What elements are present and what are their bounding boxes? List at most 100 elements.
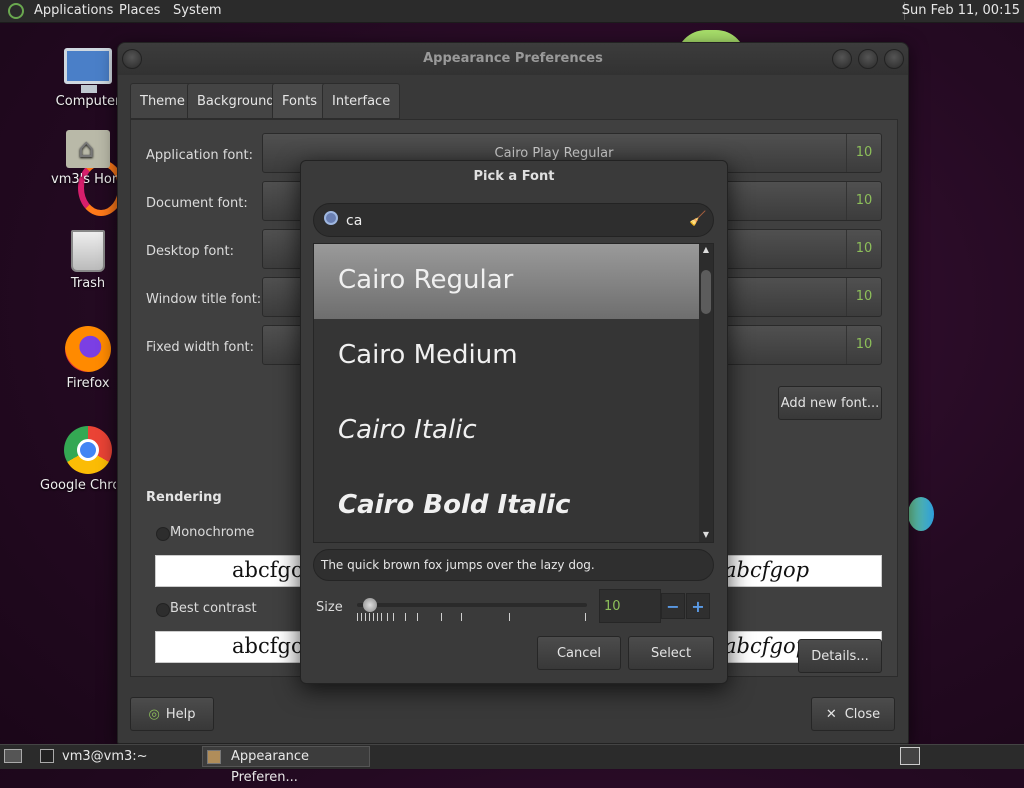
font-search-input[interactable] <box>344 209 678 233</box>
top-panel: Applications Places System Sun Feb 11, 0… <box>0 0 1024 23</box>
best-contrast-label: Best contrast <box>170 601 257 616</box>
desktop-icon-firefox[interactable]: Firefox <box>48 326 128 391</box>
sample-text-field[interactable]: The quick brown fox jumps over the lazy … <box>313 549 714 581</box>
tab-background[interactable]: Background <box>187 83 285 119</box>
slider-track <box>357 603 587 607</box>
window-title-font-label: Window title font: <box>146 292 262 307</box>
sample-text: The quick brown fox jumps over the lazy … <box>321 558 595 572</box>
size-slider[interactable] <box>357 598 587 629</box>
increase-size-button[interactable]: + <box>686 593 710 619</box>
slider-tick <box>361 613 362 621</box>
chrome-icon <box>64 426 112 474</box>
slider-tick <box>461 613 462 621</box>
computer-icon <box>64 48 112 93</box>
font-list-scrollbar[interactable]: ▲ ▼ <box>699 244 713 542</box>
close-icon: ✕ <box>825 707 837 722</box>
font-name: Cairo Medium <box>338 340 518 370</box>
slider-tick <box>393 613 394 621</box>
font-size: 10 <box>846 134 881 172</box>
font-size: 10 <box>846 278 881 316</box>
tab-interface[interactable]: Interface <box>322 83 401 119</box>
font-name: Cairo Italic <box>338 415 477 445</box>
fixed-width-font-label: Fixed width font: <box>146 340 255 355</box>
font-list-item[interactable]: Cairo Italic <box>314 394 699 469</box>
font-name: Cairo Regular <box>338 265 514 295</box>
size-value[interactable]: 10 <box>599 589 661 623</box>
close-button[interactable]: ✕ Close <box>811 697 895 731</box>
font-list-item[interactable]: Cairo Medium <box>314 319 699 394</box>
clear-search-icon[interactable]: 🧹 <box>689 211 706 227</box>
scrollbar-thumb[interactable] <box>701 270 711 314</box>
scroll-up-icon[interactable]: ▲ <box>699 245 713 254</box>
slider-tick <box>417 613 418 621</box>
slider-tick <box>377 613 378 621</box>
cancel-button[interactable]: Cancel <box>537 636 621 670</box>
desktop-icon-label: Firefox <box>66 376 110 391</box>
menu-applications[interactable]: Applications <box>34 3 113 18</box>
menu-system[interactable]: System <box>173 3 221 18</box>
search-icon <box>324 211 338 225</box>
taskbar-item-terminal[interactable]: vm3@vm3:~ <box>62 746 148 767</box>
size-label: Size <box>316 600 343 615</box>
font-size: 10 <box>846 230 881 268</box>
slider-tick <box>365 613 366 621</box>
desktop-icon-label: Trash <box>70 276 106 291</box>
maximize-icon[interactable] <box>858 49 878 69</box>
slider-tick <box>373 613 374 621</box>
show-desktop-icon[interactable] <box>4 749 22 763</box>
slider-tick <box>387 613 388 621</box>
help-label: Help <box>165 707 196 722</box>
best-contrast-radio[interactable] <box>156 603 170 617</box>
help-button[interactable]: ◎ Help <box>130 697 214 731</box>
desktop-font-label: Desktop font: <box>146 244 234 259</box>
taskbar: vm3@vm3:~ Appearance Preferen... <box>0 744 1024 785</box>
desktop-icon-label: Google Chrome <box>40 478 116 493</box>
font-name: Cairo Bold Italic <box>338 490 571 520</box>
close-label: Close <box>844 707 881 722</box>
distro-logo-icon[interactable] <box>8 3 24 19</box>
font-list[interactable]: Cairo Regular Cairo Medium Cairo Italic … <box>313 243 714 543</box>
home-folder-icon <box>66 130 110 168</box>
menu-places[interactable]: Places <box>119 3 160 18</box>
desktop-icon-chrome[interactable]: Google Chrome <box>36 426 116 493</box>
help-icon: ◎ <box>148 707 160 722</box>
slider-knob[interactable] <box>363 598 377 612</box>
wallpaper-shape <box>908 497 934 531</box>
desktop-icon-label: Computer <box>55 94 121 109</box>
font-name: Cairo Play Regular <box>494 146 614 161</box>
decrease-size-button[interactable]: − <box>661 593 685 619</box>
preview-text: abcfgop <box>724 558 810 582</box>
preview-text: abcfgop <box>724 634 810 658</box>
appearance-app-icon <box>207 750 221 764</box>
select-button[interactable]: Select <box>628 636 714 670</box>
size-spinbox: 10 − + <box>599 589 713 623</box>
desktop-icon-computer[interactable]: Computer <box>48 48 128 109</box>
slider-tick <box>585 613 586 621</box>
firefox-icon <box>65 326 111 372</box>
workspace-switcher-icon[interactable] <box>900 747 920 765</box>
slider-tick <box>509 613 510 621</box>
font-list-item[interactable]: Cairo Bold Italic <box>314 469 699 542</box>
scroll-down-icon[interactable]: ▼ <box>699 530 713 539</box>
details-button[interactable]: Details... <box>798 639 882 673</box>
desktop-icon-trash[interactable]: Trash <box>48 230 128 291</box>
monochrome-radio[interactable] <box>156 527 170 541</box>
close-window-icon[interactable] <box>884 49 904 69</box>
slider-tick <box>441 613 442 621</box>
slider-tick <box>369 613 370 621</box>
window-titlebar[interactable]: Appearance Preferences <box>118 43 908 75</box>
clock[interactable]: Sun Feb 11, 00:15 <box>902 3 1020 18</box>
slider-tick <box>357 613 358 621</box>
terminal-icon <box>40 749 54 763</box>
window-title: Appearance Preferences <box>423 51 603 66</box>
font-size: 10 <box>846 326 881 364</box>
slider-tick <box>405 613 406 621</box>
font-search: 🧹 <box>313 203 714 237</box>
tab-fonts[interactable]: Fonts <box>272 83 328 119</box>
taskbar-item-appearance[interactable]: Appearance Preferen... <box>202 746 370 785</box>
add-new-font-button[interactable]: Add new font... <box>778 386 882 420</box>
minimize-icon[interactable] <box>832 49 852 69</box>
tab-theme[interactable]: Theme <box>130 83 195 119</box>
taskbar-item-label: Appearance Preferen... <box>231 749 310 785</box>
font-list-item[interactable]: Cairo Regular <box>314 244 699 319</box>
